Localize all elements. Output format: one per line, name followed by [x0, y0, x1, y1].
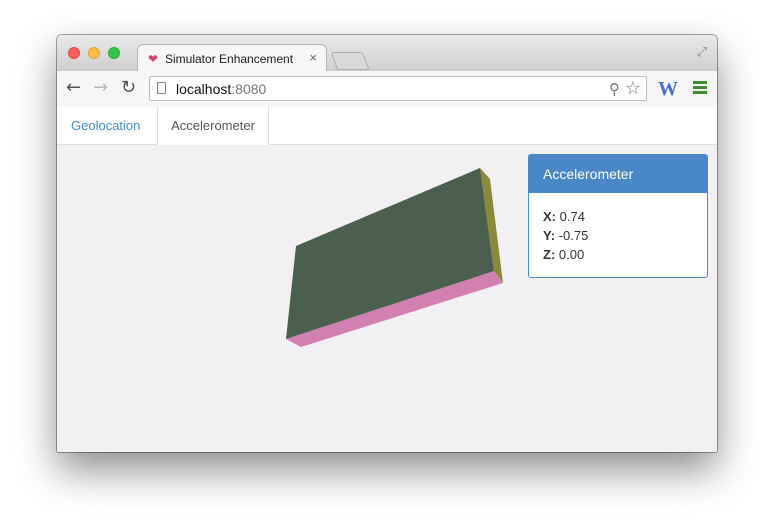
y-label: Y: [543, 228, 556, 243]
reload-icon[interactable]: ↻ [121, 79, 136, 97]
window-minimize-button[interactable] [88, 47, 100, 59]
window-close-button[interactable] [68, 47, 80, 59]
page-icon [157, 82, 166, 94]
bookmark-star-icon[interactable]: ☆ [625, 78, 641, 99]
z-label: Z: [543, 247, 556, 262]
url-text[interactable]: localhost:8080 [176, 81, 266, 97]
x-reading: X: 0.74 [543, 207, 693, 226]
forward-arrow-icon[interactable]: → [93, 79, 108, 97]
panel-body: X: 0.74 Y: -0.75 Z: 0.00 [529, 193, 707, 264]
browser-tab[interactable]: ❤ Simulator Enhancement × [137, 44, 327, 72]
back-arrow-icon[interactable]: ← [66, 79, 81, 97]
panel-title: Accelerometer [529, 155, 707, 193]
extension-w-icon[interactable]: W [658, 78, 678, 101]
fullscreen-icon[interactable]: ⤢ [697, 44, 707, 60]
new-tab-button[interactable] [330, 52, 370, 70]
browser-toolbar: ← → ↻ localhost:8080 ⚲ ☆ W [57, 71, 717, 108]
x-value: 0.74 [559, 209, 585, 224]
window-zoom-button[interactable] [108, 47, 120, 59]
url-host: localhost [176, 81, 232, 97]
browser-tab-title: Simulator Enhancement [165, 52, 294, 66]
hamburger-menu-icon[interactable] [693, 81, 707, 94]
page-content: Geolocation Accelerometer Accelerometer … [57, 107, 717, 452]
heart-favicon-icon: ❤ [148, 52, 159, 66]
z-reading: Z: 0.00 [543, 245, 693, 264]
browser-window: ❤ Simulator Enhancement × ⤢ ← → ↻ localh… [57, 35, 717, 452]
y-value: -0.75 [558, 228, 589, 243]
y-reading: Y: -0.75 [543, 226, 693, 245]
x-label: X: [543, 209, 556, 224]
address-bar[interactable]: localhost:8080 ⚲ ☆ [149, 76, 647, 101]
zoom-icon[interactable]: ⚲ [609, 80, 620, 98]
z-value: 0.00 [558, 247, 585, 262]
tab-close-icon[interactable]: × [309, 51, 317, 65]
tab-strip: ❤ Simulator Enhancement × ⤢ [57, 35, 717, 72]
accelerometer-panel: Accelerometer X: 0.74 Y: -0.75 Z: 0.00 [528, 154, 708, 278]
url-port: :8080 [231, 81, 267, 97]
